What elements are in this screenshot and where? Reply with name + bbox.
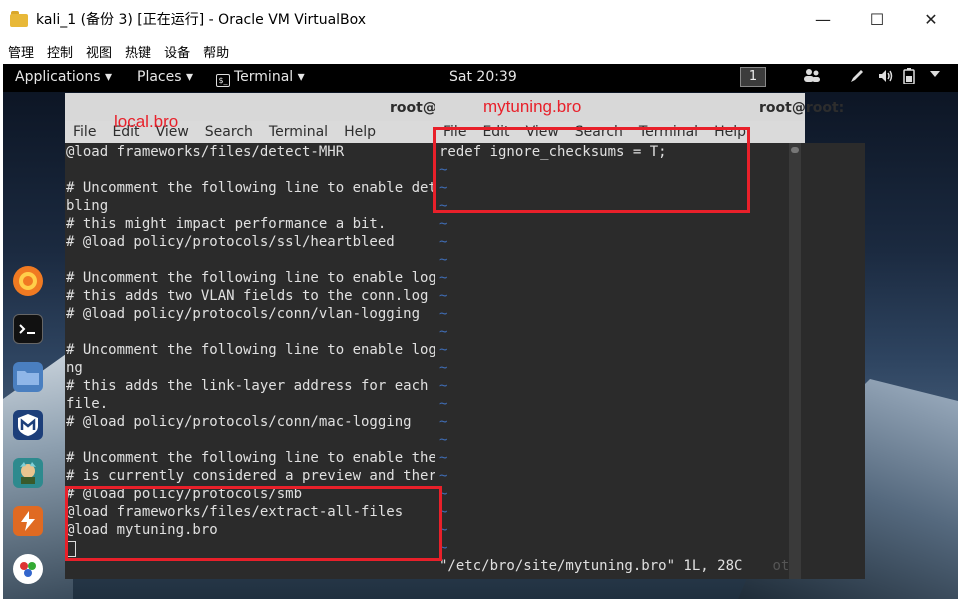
front-scroll-thumb[interactable]	[791, 147, 799, 153]
pen-icon[interactable]	[849, 68, 865, 88]
burpsuite-icon[interactable]	[13, 506, 43, 536]
metasploit-icon[interactable]	[13, 410, 43, 440]
vim-empty-line-tilde: ~	[439, 306, 448, 322]
vim-empty-line-tilde: ~	[439, 396, 448, 412]
applications-menu[interactable]: Applications ▾	[15, 69, 112, 85]
terminal-icon: $_	[216, 74, 230, 87]
menu-hotkeys[interactable]: 热键	[125, 42, 151, 61]
vim-empty-line-tilde: ~	[439, 540, 448, 556]
maximize-icon: ☐	[869, 9, 885, 29]
volume-icon[interactable]	[877, 68, 895, 88]
menu-control[interactable]: 控制	[47, 42, 73, 61]
battery-icon[interactable]	[903, 68, 917, 88]
workspace-indicator[interactable]: 1	[740, 67, 766, 87]
terminal-icon[interactable]	[13, 314, 43, 344]
places-menu[interactable]: Places ▾	[137, 69, 193, 85]
terminal-app-label: Terminal ▾	[234, 69, 305, 85]
back-menu-terminal[interactable]: Terminal	[269, 124, 328, 140]
armitage-icon[interactable]	[13, 458, 43, 488]
menu-manage[interactable]: 管理	[8, 42, 34, 61]
vim-empty-line-tilde: ~	[439, 234, 448, 250]
gnome-topbar: Applications ▾ Places ▾ $_ Terminal ▾ Sat…	[3, 64, 958, 92]
vim-empty-line-tilde: ~	[439, 468, 448, 484]
vim-empty-line-tilde: ~	[439, 378, 448, 394]
vim-empty-line-tilde: ~	[439, 324, 448, 340]
menu-view[interactable]: 视图	[86, 42, 112, 61]
users-icon[interactable]	[803, 68, 821, 86]
menu-devices[interactable]: 设备	[164, 42, 190, 61]
window-title: kali_1 (备份 3) [正在运行] - Oracle VM Virtual…	[36, 12, 367, 28]
close-button[interactable]: ✕	[904, 0, 958, 38]
vim-empty-line-tilde: ~	[439, 522, 448, 538]
vim-empty-line-tilde: ~	[439, 504, 448, 520]
show-apps-icon[interactable]	[13, 554, 43, 584]
back-menu-search[interactable]: Search	[205, 124, 253, 140]
dock	[6, 266, 50, 596]
vim-empty-line-tilde: ~	[439, 432, 448, 448]
vim-empty-line-tilde: ~	[439, 360, 448, 376]
annotation-label-mytuning: mytuning.bro	[483, 97, 582, 116]
close-icon: ✕	[924, 9, 938, 29]
menu-help[interactable]: 帮助	[203, 42, 229, 61]
vim-empty-line-tilde: ~	[439, 414, 448, 430]
maximize-button[interactable]: ☐	[850, 0, 904, 38]
virtualbox-app-icon	[10, 11, 28, 27]
back-terminal-title: root@	[390, 100, 437, 116]
vbox-titlebar: kali_1 (备份 3) [正在运行] - Oracle VM Virtual…	[0, 0, 958, 38]
system-menu-chevron-icon[interactable]	[929, 68, 941, 84]
vim-empty-line-tilde: ~	[439, 288, 448, 304]
back-menu-help[interactable]: Help	[344, 124, 376, 140]
vbox-menubar: 管理 控制 视图 热键 设备 帮助	[0, 38, 958, 64]
clock[interactable]: Sat 20:39	[449, 69, 517, 85]
annotation-label-local: local.bro	[114, 112, 179, 131]
vim-empty-line-tilde: ~	[439, 216, 448, 232]
annotation-box-mytuning	[433, 127, 750, 213]
vim-empty-line-tilde: ~	[439, 342, 448, 358]
vim-empty-line-tilde: ~	[439, 486, 448, 502]
vim-empty-line-tilde: ~	[439, 252, 448, 268]
vim-empty-line-tilde: ~	[439, 270, 448, 286]
terminal-app-menu[interactable]: $_ Terminal ▾	[216, 69, 305, 87]
minimize-icon: —	[815, 9, 831, 29]
vim-status-line: "/etc/bro/site/mytuning.bro" 1L, 28C ot	[439, 557, 789, 575]
annotation-box-local	[65, 486, 442, 561]
guest-screen[interactable]: Applications ▾ Places ▾ $_ Terminal ▾ Sat…	[3, 64, 958, 599]
files-icon[interactable]	[13, 362, 43, 392]
back-menu-file[interactable]: File	[73, 124, 96, 140]
vim-empty-line-tilde: ~	[439, 450, 448, 466]
minimize-button[interactable]: —	[796, 0, 850, 38]
front-terminal-scrollbar[interactable]	[789, 143, 801, 579]
firefox-icon[interactable]	[13, 266, 43, 296]
vim-status-ghost-text: ot	[772, 558, 789, 574]
vim-status-text: "/etc/bro/site/mytuning.bro" 1L, 28C	[439, 558, 743, 574]
